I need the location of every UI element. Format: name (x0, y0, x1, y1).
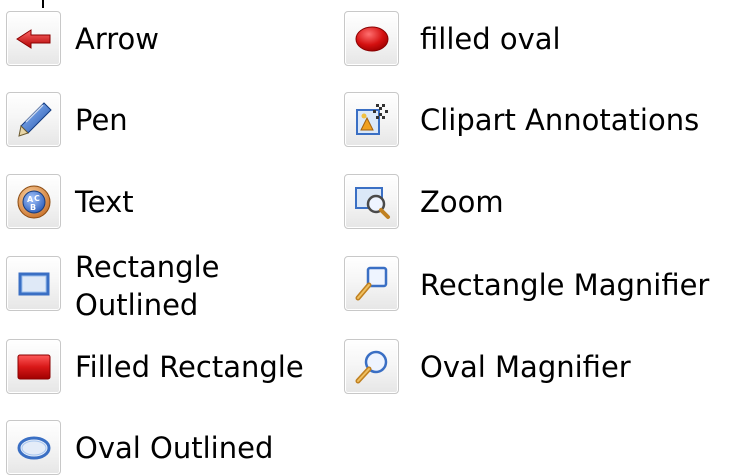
rectangle-outlined-tool-button[interactable] (6, 256, 61, 311)
text-abc-icon: A C B (17, 185, 50, 218)
oval-magnifier-tool-button[interactable] (344, 339, 399, 394)
svg-text:C: C (34, 194, 40, 203)
zoom-icon (354, 186, 390, 219)
pen-tool-button[interactable] (6, 92, 61, 147)
arrow-icon (15, 28, 50, 49)
oval-magnifier-label: Oval Magnifier (420, 350, 631, 384)
svg-text:B: B (30, 203, 36, 212)
arrow-label: Arrow (75, 22, 159, 56)
rectangle-outline-icon (18, 272, 49, 295)
filled-rectangle-tool-button[interactable] (6, 339, 61, 394)
rectangle-outlined-label: Rectangle Outlined (75, 248, 219, 324)
text-tool-button[interactable]: A C B (6, 174, 61, 229)
filled-rectangle-icon (17, 354, 50, 379)
arrow-tool-button[interactable] (6, 11, 61, 66)
oval-outlined-tool-button[interactable] (6, 420, 61, 475)
divider-line (42, 0, 44, 8)
rectangle-magnifier-icon (355, 266, 387, 300)
rectangle-magnifier-label: Rectangle Magnifier (420, 268, 710, 302)
clipart-annotations-label: Clipart Annotations (420, 103, 700, 137)
filled-rectangle-label: Filled Rectangle (75, 350, 304, 384)
filled-oval-tool-button[interactable] (344, 11, 399, 66)
zoom-tool-button[interactable] (344, 174, 399, 229)
clipart-annotations-tool-button[interactable] (344, 92, 399, 147)
oval-magnifier-icon (355, 350, 387, 383)
zoom-label: Zoom (420, 185, 504, 219)
filled-oval-label: filled oval (420, 22, 561, 56)
filled-oval-icon (355, 26, 388, 51)
oval-outlined-label: Oval Outlined (75, 431, 274, 465)
pen-label: Pen (75, 103, 128, 137)
text-label: Text (75, 185, 134, 219)
rectangle-outlined-label-line1: Rectangle (75, 250, 220, 284)
rectangle-outlined-label-line2: Outlined (75, 288, 199, 322)
rectangle-magnifier-tool-button[interactable] (344, 256, 399, 311)
oval-outline-icon (17, 436, 50, 459)
clipart-icon (355, 103, 388, 135)
pen-icon (17, 101, 52, 137)
